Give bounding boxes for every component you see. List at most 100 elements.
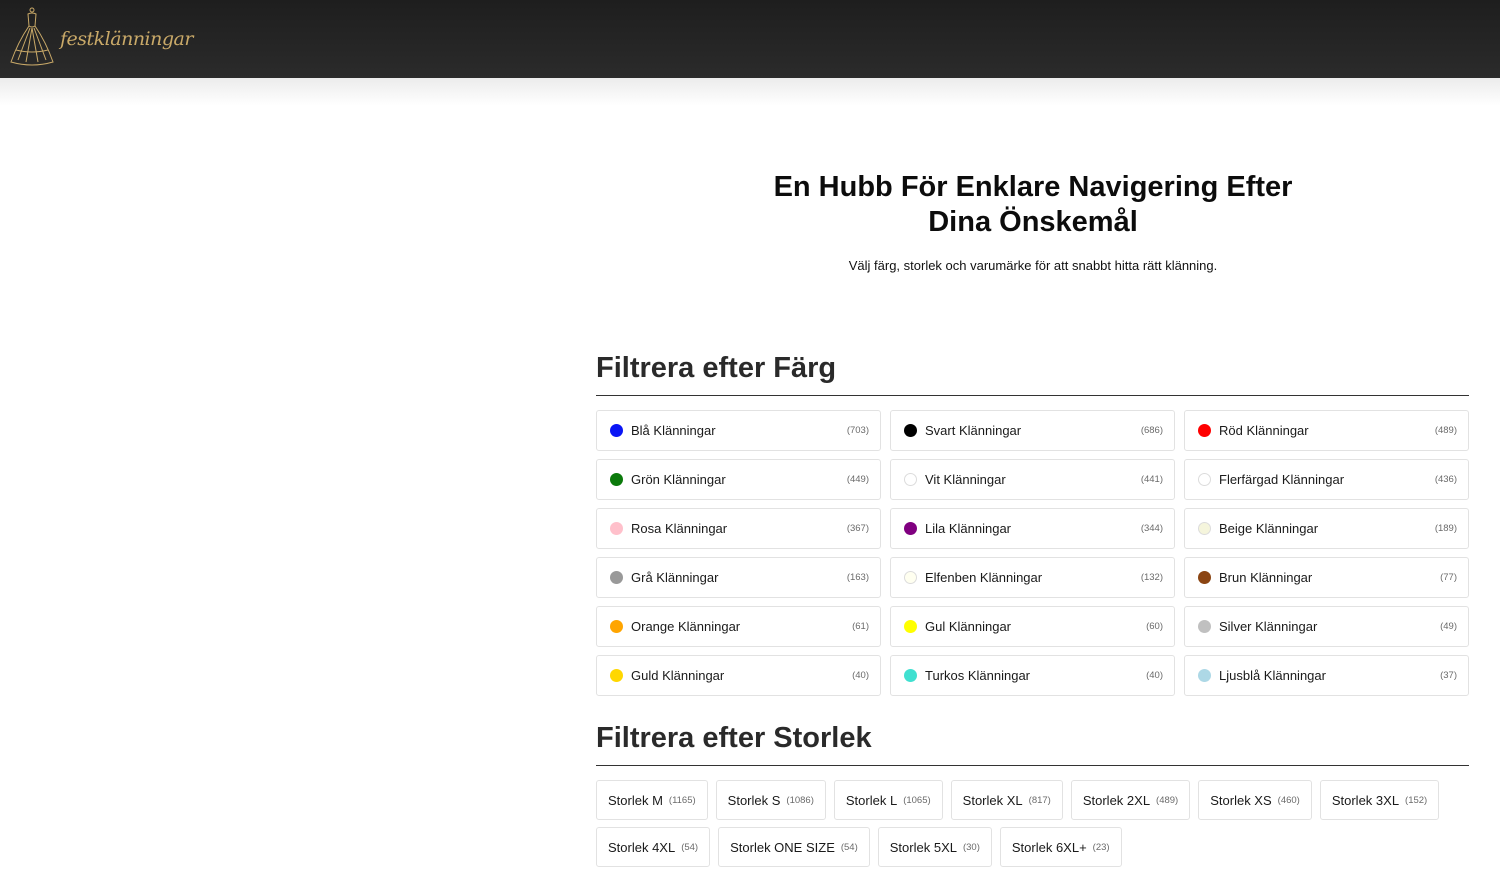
color-filter-item[interactable]: Rosa Klänningar (367) [596, 508, 881, 549]
color-swatch-icon [1198, 620, 1211, 633]
size-filter-count: (460) [1277, 794, 1300, 806]
color-filter-count: (441) [1140, 474, 1163, 485]
color-filter-count: (489) [1434, 425, 1457, 436]
color-filter-label: Lila Klänningar [925, 521, 1012, 536]
size-filter-label: Storlek ONE SIZE [730, 839, 835, 855]
color-filter-label: Flerfärgad Klänningar [1219, 472, 1345, 487]
color-swatch-icon [610, 473, 623, 486]
hero: En Hubb För Enklare Navigering Efter Din… [596, 170, 1470, 273]
color-swatch-icon [904, 571, 917, 584]
size-filter-count: (489) [1156, 794, 1179, 806]
size-filter-item[interactable]: Storlek 2XL (489) [1070, 780, 1191, 820]
color-filter-count: (367) [846, 523, 869, 534]
color-filter-item[interactable]: Turkos Klänningar (40) [890, 655, 1175, 696]
color-filter-item[interactable]: Lila Klänningar (344) [890, 508, 1175, 549]
color-filter-label: Röd Klänningar [1219, 423, 1309, 438]
color-filter-label: Ljusblå Klänningar [1219, 668, 1326, 683]
color-filter-item[interactable]: Grå Klänningar (163) [596, 557, 881, 598]
size-filter-label: Storlek 4XL [608, 839, 676, 855]
color-filter-item[interactable]: Elfenben Klänningar (132) [890, 557, 1175, 598]
size-filter-label: Storlek S [727, 792, 781, 808]
color-filter-count: (61) [852, 621, 869, 632]
size-filter-label: Storlek XS [1210, 792, 1272, 808]
color-filter-label: Beige Klänningar [1219, 521, 1319, 536]
color-filter-label: Vit Klänningar [925, 472, 1006, 487]
color-filter-label: Blå Klänningar [631, 423, 716, 438]
size-filter-label: Storlek 3XL [1331, 792, 1400, 808]
size-filter-count: (1086) [786, 794, 814, 806]
color-filter-count: (449) [846, 474, 869, 485]
size-filter-count: (1065) [903, 794, 931, 806]
color-filter-label: Turkos Klänningar [925, 668, 1031, 683]
color-filter-label: Rosa Klänningar [631, 521, 728, 536]
color-filter-count: (189) [1434, 523, 1457, 534]
site-logo[interactable]: festklänningar [8, 6, 193, 68]
color-swatch-icon [904, 424, 917, 437]
color-filter-count: (344) [1140, 523, 1163, 534]
color-swatch-icon [904, 473, 917, 486]
color-filter-item[interactable]: Beige Klänningar (189) [1184, 508, 1469, 549]
size-filter-item[interactable]: Storlek 5XL (30) [877, 827, 992, 867]
size-filter-label: Storlek XL [962, 792, 1023, 808]
color-swatch-icon [1198, 669, 1211, 682]
color-filter-item[interactable]: Blå Klänningar (703) [596, 410, 881, 451]
color-filter-item[interactable]: Vit Klänningar (441) [890, 459, 1175, 500]
color-swatch-icon [1198, 571, 1211, 584]
color-filter-item[interactable]: Svart Klänningar (686) [890, 410, 1175, 451]
page-title: En Hubb För Enklare Navigering Efter Din… [773, 171, 1293, 238]
size-filter-count: (30) [962, 841, 980, 853]
size-filter-count: (54) [681, 841, 699, 853]
size-filter-item[interactable]: Storlek XL (817) [950, 780, 1063, 820]
color-filter-label: Elfenben Klänningar [925, 570, 1043, 585]
color-swatch-icon [610, 571, 623, 584]
size-filter-label: Storlek 2XL [1082, 792, 1151, 808]
size-filter-item[interactable]: Storlek L (1065) [833, 780, 943, 820]
color-filter-count: (40) [1146, 670, 1163, 681]
color-filter-count: (163) [846, 572, 869, 583]
page-subtitle: Välj färg, storlek och varumärke för att… [848, 258, 1218, 273]
color-filter-label: Orange Klänningar [631, 619, 741, 634]
color-filter-item[interactable]: Brun Klänningar (77) [1184, 557, 1469, 598]
color-filter-label: Grå Klänningar [631, 570, 719, 585]
size-filter-item[interactable]: Storlek XS (460) [1198, 780, 1312, 820]
color-filter-count: (49) [1440, 621, 1457, 632]
color-filter-label: Grön Klänningar [631, 472, 726, 487]
size-filter-list: Storlek M (1165) Storlek S (1086) Storlek L (… [596, 780, 1470, 867]
size-filter-item[interactable]: Storlek 6XL+ (23) [999, 827, 1122, 867]
color-filter-count: (132) [1140, 572, 1163, 583]
size-filter-item[interactable]: Storlek 3XL (152) [1319, 780, 1440, 820]
size-filter-item[interactable]: Storlek S (1086) [715, 780, 826, 820]
size-filter-item[interactable]: Storlek 4XL (54) [596, 827, 711, 867]
color-filter-item[interactable]: Ljusblå Klänningar (37) [1184, 655, 1469, 696]
color-swatch-icon [904, 522, 917, 535]
color-filter-item[interactable]: Gul Klänningar (60) [890, 606, 1175, 647]
site-header: festklänningar [0, 0, 1500, 78]
color-filter-item[interactable]: Grön Klänningar (449) [596, 459, 881, 500]
color-filter-item[interactable]: Guld Klänningar (40) [596, 655, 881, 696]
color-swatch-icon [904, 669, 917, 682]
header-shadow [0, 78, 1500, 106]
color-filter-count: (77) [1440, 572, 1457, 583]
size-filter-label: Storlek M [608, 792, 663, 808]
size-filter-label: Storlek L [845, 792, 898, 808]
color-filter-count: (686) [1140, 425, 1163, 436]
color-filter-label: Guld Klänningar [631, 668, 725, 683]
color-filter-count: (703) [846, 425, 869, 436]
color-filter-item[interactable]: Orange Klänningar (61) [596, 606, 881, 647]
color-filter-item[interactable]: Röd Klänningar (489) [1184, 410, 1469, 451]
size-filter-item[interactable]: Storlek M (1165) [596, 780, 708, 820]
color-filter-grid: Blå Klänningar (703) Svart Klänningar (686)… [596, 410, 1470, 696]
color-filter-label: Silver Klänningar [1219, 619, 1318, 634]
color-filter-item[interactable]: Silver Klänningar (49) [1184, 606, 1469, 647]
size-filter-count: (817) [1028, 794, 1051, 806]
dress-logo-icon [10, 7, 54, 66]
logo-text: festklänningar [60, 28, 193, 50]
color-section-title: Filtrera efter Färg [596, 352, 837, 384]
color-filter-item[interactable]: Flerfärgad Klänningar (436) [1184, 459, 1469, 500]
color-section-divider [596, 395, 1469, 396]
size-filter-count: (23) [1092, 841, 1110, 853]
color-filter-count: (37) [1440, 670, 1457, 681]
color-swatch-icon [610, 669, 623, 682]
color-filter-label: Brun Klänningar [1219, 570, 1313, 585]
size-filter-item[interactable]: Storlek ONE SIZE (54) [718, 827, 870, 867]
